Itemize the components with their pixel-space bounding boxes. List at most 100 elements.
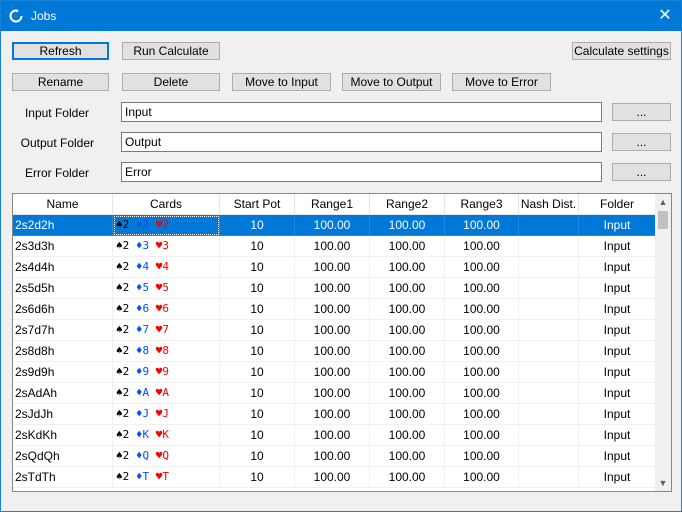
card-rank: 8 xyxy=(142,344,150,357)
table-row[interactable]: 2s7d7h ♠2 ♦7 ♥7 10 100.00 100.00 100.00 Input xyxy=(13,320,656,341)
table-row[interactable]: 2sQdQh ♠2 ♦Q ♥Q 10 100.00 100.00 100.00 Input xyxy=(13,446,656,467)
range2-cell: 100.00 xyxy=(370,383,445,404)
card-rank: 3 xyxy=(142,239,150,252)
table-row[interactable]: 2sKdKh ♠2 ♦K ♥K 10 100.00 100.00 100.00 Input xyxy=(13,425,656,446)
range1-cell: 100.00 xyxy=(295,446,370,467)
table-row[interactable]: 2s3d3h ♠2 ♦3 ♥3 10 100.00 100.00 100.00 Input xyxy=(13,236,656,257)
card-rank: 5 xyxy=(142,281,150,294)
cards-cell: ♠2 ♦9 ♥9 xyxy=(113,362,220,383)
nash-dist-cell xyxy=(519,215,579,236)
folder-cell: Input xyxy=(579,236,656,257)
card-rank: 2 xyxy=(122,260,130,273)
card-rank: Q xyxy=(162,449,169,462)
move-to-output-button[interactable]: Move to Output xyxy=(342,73,441,91)
folder-cell: Input xyxy=(579,425,656,446)
start-pot-cell: 10 xyxy=(220,299,295,320)
folder-cell: Input xyxy=(579,257,656,278)
nash-dist-cell xyxy=(519,425,579,446)
table-row[interactable]: 2s4d4h ♠2 ♦4 ♥4 10 100.00 100.00 100.00 Input xyxy=(13,257,656,278)
jobs-grid[interactable]: Name Cards Start Pot Range1 Range2 Range… xyxy=(12,193,672,492)
nash-dist-cell xyxy=(519,341,579,362)
card-rank: K xyxy=(162,428,169,441)
job-name-cell: 2s5d5h xyxy=(13,278,113,299)
range1-cell: 100.00 xyxy=(295,320,370,341)
error-folder-field[interactable]: Error xyxy=(121,162,602,182)
table-row[interactable]: 2s8d8h ♠2 ♦8 ♥8 10 100.00 100.00 100.00 Input xyxy=(13,341,656,362)
card-rank: J xyxy=(142,407,150,420)
range1-cell: 100.00 xyxy=(295,236,370,257)
move-to-error-button[interactable]: Move to Error xyxy=(452,73,551,91)
input-folder-field[interactable]: Input xyxy=(121,102,602,122)
table-row[interactable]: 2sTdTh ♠2 ♦T ♥T 10 100.00 100.00 100.00 Input xyxy=(13,467,656,488)
card-rank: A xyxy=(162,386,169,399)
input-folder-browse-button[interactable]: ... xyxy=(612,103,671,121)
column-header-range1[interactable]: Range1 xyxy=(295,194,370,215)
range1-cell: 100.00 xyxy=(295,215,370,236)
table-row[interactable]: 2s5d5h ♠2 ♦5 ♥5 10 100.00 100.00 100.00 Input xyxy=(13,278,656,299)
column-header-start-pot[interactable]: Start Pot xyxy=(220,194,295,215)
cards-cell: ♠2 ♦3 ♥3 xyxy=(113,236,220,257)
column-header-range3[interactable]: Range3 xyxy=(445,194,519,215)
table-row[interactable]: 2s9d9h ♠2 ♦9 ♥9 10 100.00 100.00 100.00 Input xyxy=(13,362,656,383)
range3-cell: 100.00 xyxy=(445,383,519,404)
cards-cell: ♠2 ♦5 ♥5 xyxy=(113,278,220,299)
range1-cell: 100.00 xyxy=(295,278,370,299)
spade-icon: ♠ xyxy=(116,344,123,357)
card-rank: J xyxy=(162,407,169,420)
app-icon xyxy=(9,9,23,23)
spade-icon: ♠ xyxy=(116,218,123,231)
range2-cell: 100.00 xyxy=(370,362,445,383)
table-row[interactable]: 2sAdAh ♠2 ♦A ♥A 10 100.00 100.00 100.00 Input xyxy=(13,383,656,404)
title-bar[interactable]: Jobs ✕ xyxy=(1,1,681,31)
move-to-input-button[interactable]: Move to Input xyxy=(232,73,331,91)
card-rank: 4 xyxy=(142,260,150,273)
spade-icon: ♠ xyxy=(116,407,123,420)
table-row[interactable]: 2sJdJh ♠2 ♦J ♥J 10 100.00 100.00 100.00 Input xyxy=(13,404,656,425)
error-folder-browse-button[interactable]: ... xyxy=(612,163,671,181)
output-folder-browse-button[interactable]: ... xyxy=(612,133,671,151)
column-header-name[interactable]: Name xyxy=(13,194,113,215)
card-rank: 9 xyxy=(142,365,150,378)
column-header-folder[interactable]: Folder xyxy=(579,194,656,215)
range2-cell: 100.00 xyxy=(370,278,445,299)
jobs-window: Jobs ✕ Refresh Run Calculate Calculate s… xyxy=(0,0,682,512)
spade-icon: ♠ xyxy=(116,470,123,483)
scroll-down-icon[interactable]: ▼ xyxy=(655,475,671,491)
column-header-nash-dist[interactable]: Nash Dist. xyxy=(519,194,579,215)
diamond-icon: ♦ xyxy=(135,323,143,336)
card-rank: 2 xyxy=(122,281,130,294)
start-pot-cell: 10 xyxy=(220,215,295,236)
table-row[interactable]: 2s2d2h ♠2 ♦2 ♥2 10 100.00 100.00 100.00 Input xyxy=(13,215,656,236)
close-button[interactable]: ✕ xyxy=(649,1,681,31)
range1-cell: 100.00 xyxy=(295,404,370,425)
diamond-icon: ♦ xyxy=(135,260,143,273)
range1-cell: 100.00 xyxy=(295,467,370,488)
folder-cell: Input xyxy=(579,215,656,236)
table-row[interactable]: 2s6d6h ♠2 ♦6 ♥6 10 100.00 100.00 100.00 Input xyxy=(13,299,656,320)
job-name-cell: 2s2d2h xyxy=(13,215,113,236)
range3-cell: 100.00 xyxy=(445,446,519,467)
output-folder-field[interactable]: Output xyxy=(121,132,602,152)
diamond-icon: ♦ xyxy=(135,365,143,378)
column-header-cards[interactable]: Cards xyxy=(113,194,220,215)
job-name-cell: 2s7d7h xyxy=(13,320,113,341)
rename-button[interactable]: Rename xyxy=(12,73,109,91)
scroll-thumb[interactable] xyxy=(658,211,668,229)
job-name-cell: 2s9d9h xyxy=(13,362,113,383)
range1-cell: 100.00 xyxy=(295,425,370,446)
job-name-cell: 2sTdTh xyxy=(13,467,113,488)
range1-cell: 100.00 xyxy=(295,341,370,362)
column-header-range2[interactable]: Range2 xyxy=(370,194,445,215)
run-calculate-button[interactable]: Run Calculate xyxy=(122,42,220,60)
refresh-button[interactable]: Refresh xyxy=(12,42,109,60)
scroll-up-icon[interactable]: ▲ xyxy=(655,194,671,210)
range2-cell: 100.00 xyxy=(370,236,445,257)
close-icon[interactable]: ✕ xyxy=(658,7,671,24)
card-rank: Q xyxy=(142,449,150,462)
card-rank: 3 xyxy=(162,239,169,252)
range1-cell: 100.00 xyxy=(295,383,370,404)
calculate-settings-button[interactable]: Calculate settings xyxy=(572,42,671,60)
delete-button[interactable]: Delete xyxy=(122,73,220,91)
range2-cell: 100.00 xyxy=(370,425,445,446)
vertical-scrollbar[interactable]: ▲ ▼ xyxy=(655,194,671,491)
